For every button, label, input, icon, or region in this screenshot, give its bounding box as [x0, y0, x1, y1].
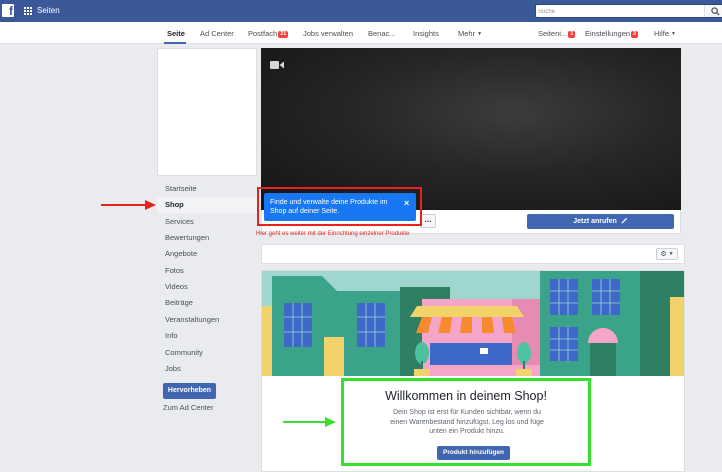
tooltip-text: Finde und verwalte deine Produkte im Sho…	[270, 199, 388, 215]
sidebar-item-beitraege[interactable]: Beiträge	[157, 295, 257, 311]
tab-postfach[interactable]: Postfach 21	[248, 29, 289, 39]
add-product-button[interactable]: Produkt hinzufügen	[437, 446, 510, 460]
shop-settings-button[interactable]: ⚙ ▼	[656, 248, 678, 260]
sidebar-item-startseite[interactable]: Startseite	[157, 181, 257, 197]
tab-hilfe[interactable]: Hilfe ▼	[654, 29, 676, 39]
tab-insights[interactable]: Insights	[413, 29, 439, 39]
pages-title[interactable]: Seiten	[37, 5, 60, 17]
tab-jobs-verwalten[interactable]: Jobs verwalten	[303, 29, 353, 39]
tab-mehr-label: Mehr	[458, 29, 476, 38]
search-input[interactable]	[538, 6, 708, 17]
chevron-down-icon: ▼	[668, 251, 674, 257]
tab-mehr[interactable]: Mehr ▼	[458, 29, 482, 39]
cover-video[interactable]	[261, 48, 681, 210]
red-annotation-note: Hier geht es weiter mit der Einrichtung …	[256, 231, 410, 237]
chevron-down-icon: ▼	[671, 31, 676, 37]
grid-icon[interactable]	[24, 7, 33, 16]
red-arrow-icon	[101, 200, 156, 210]
sidebar-item-services[interactable]: Services	[157, 214, 257, 230]
shop-tooltip: Finde und verwalte deine Produkte im Sho…	[264, 193, 416, 221]
promote-button[interactable]: Hervorheben	[163, 383, 216, 399]
search-box	[535, 4, 722, 18]
more-options-button[interactable]: ...	[420, 214, 436, 228]
tab-postfach-label: Postfach	[248, 29, 278, 38]
green-arrow-icon	[283, 417, 336, 427]
sidebar-item-info[interactable]: Info	[157, 328, 257, 344]
profile-picture[interactable]	[157, 48, 257, 176]
search-icon	[711, 7, 720, 16]
welcome-description: Dein Shop ist erst für Kunden sichtbar, …	[390, 409, 544, 435]
shop-header-card	[261, 244, 685, 264]
active-tab-indicator	[164, 42, 186, 44]
tab-einstellungen[interactable]: Einstellungen 2	[585, 29, 639, 39]
tab-hilfe-label: Hilfe	[654, 29, 670, 38]
ad-center-link[interactable]: Zum Ad Center	[163, 403, 213, 412]
sidebar-item-community[interactable]: Community	[157, 345, 257, 361]
tab-einstellungen-label: Einstellungen	[585, 29, 631, 38]
einstellungen-badge: 2	[631, 31, 639, 38]
gear-icon: ⚙	[660, 251, 667, 258]
tab-benachrichtigungen[interactable]: Benac...	[368, 29, 396, 39]
sidebar-item-shop[interactable]: Shop	[157, 197, 257, 213]
call-now-button[interactable]: Jetzt anrufen	[527, 214, 674, 229]
tab-ad-center[interactable]: Ad Center	[200, 29, 234, 39]
sidebar-item-veranstaltungen[interactable]: Veranstaltungen	[157, 312, 257, 328]
tab-seite[interactable]: Seite	[167, 29, 185, 39]
sidebar-item-angebote[interactable]: Angebote	[157, 246, 257, 262]
tab-seiteninfo[interactable]: Seiteni... 1	[538, 29, 576, 39]
sidebar-item-jobs[interactable]: Jobs	[157, 361, 257, 377]
postfach-badge: 21	[278, 31, 289, 38]
sidebar-item-videos[interactable]: Videos	[157, 279, 257, 295]
camera-icon[interactable]	[270, 60, 284, 70]
sidebar-item-fotos[interactable]: Fotos	[157, 263, 257, 279]
chevron-down-icon: ▼	[477, 31, 483, 37]
seiteninfo-badge: 1	[568, 31, 576, 38]
facebook-logo-icon[interactable]: f	[2, 4, 14, 18]
welcome-title: Willkommen in deinem Shop!	[385, 389, 547, 403]
pencil-icon	[621, 217, 627, 224]
tab-seiteninfo-label: Seiteni...	[538, 29, 568, 38]
call-now-label: Jetzt anrufen	[573, 218, 617, 225]
close-icon[interactable]: ×	[404, 198, 409, 208]
search-button[interactable]	[704, 5, 722, 17]
sidebar-item-bewertungen[interactable]: Bewertungen	[157, 230, 257, 246]
shop-illustration	[262, 271, 684, 376]
